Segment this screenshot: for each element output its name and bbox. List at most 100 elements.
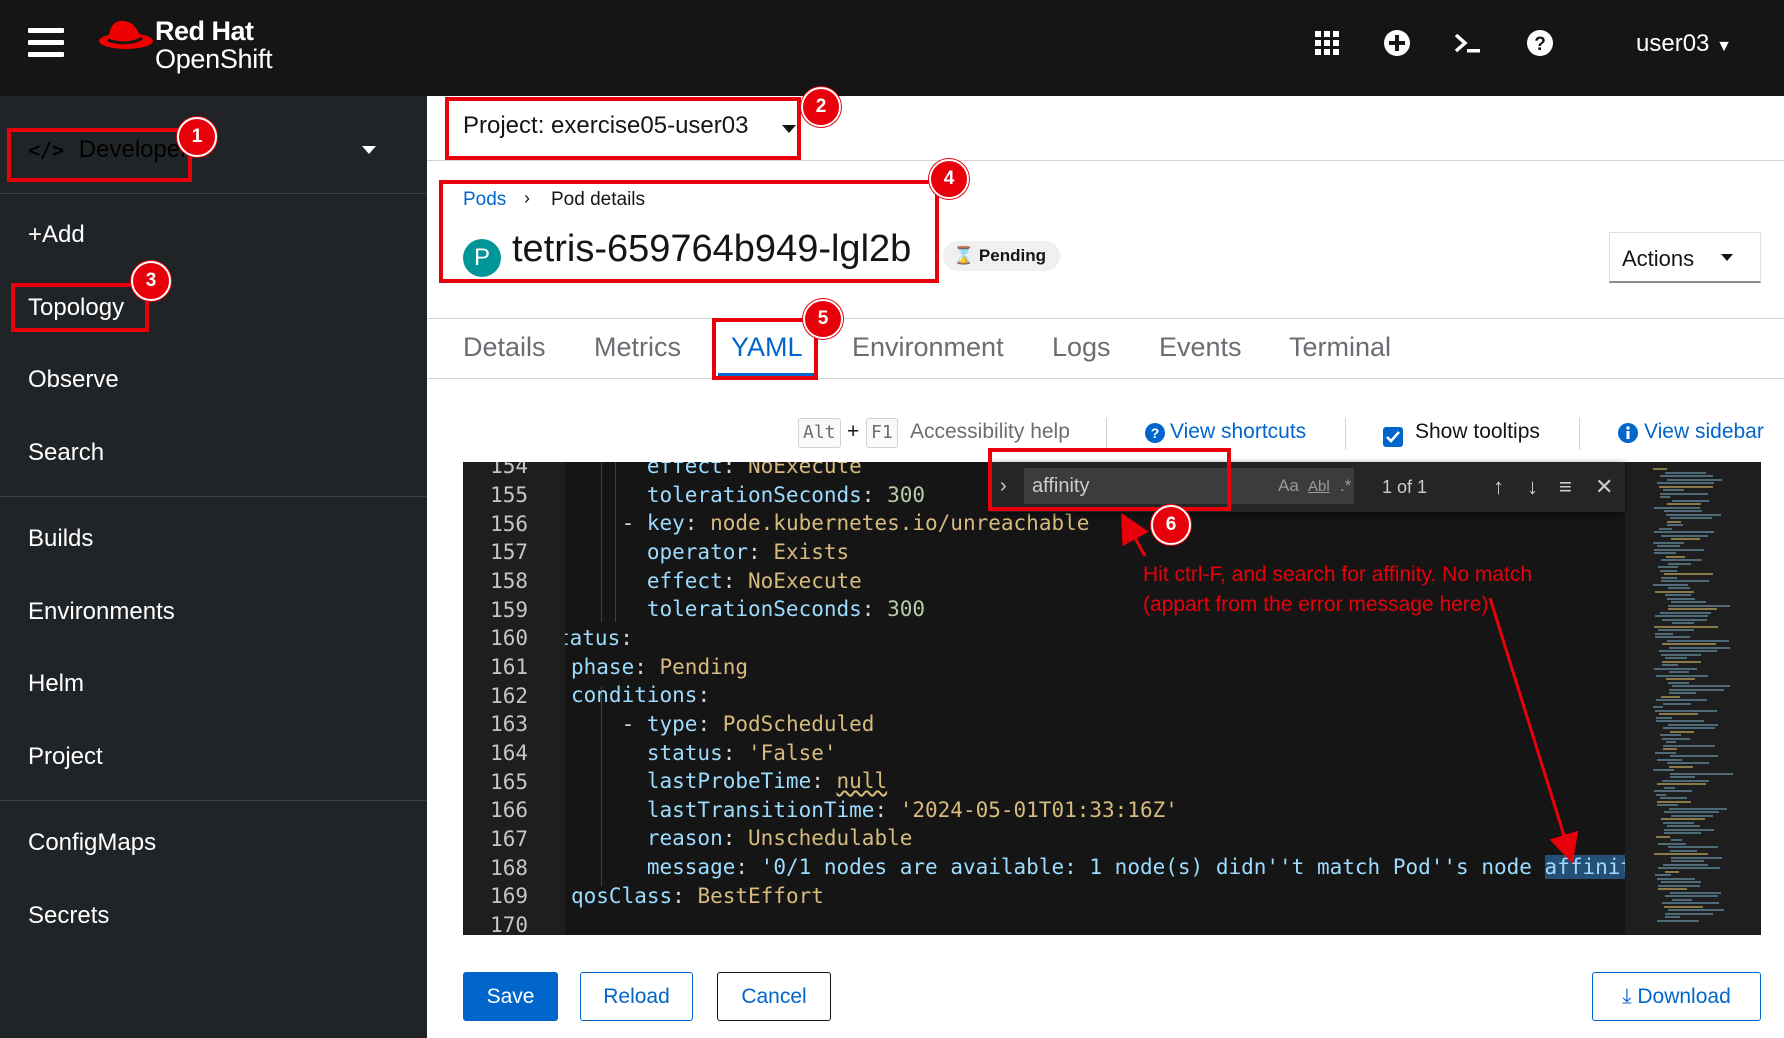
find-in-selection-icon[interactable]: ≡ bbox=[1559, 474, 1572, 500]
divider bbox=[1579, 418, 1580, 450]
nav-project[interactable]: Project bbox=[28, 743, 103, 771]
save-button[interactable]: Save bbox=[463, 972, 558, 1021]
minimap-line bbox=[1653, 706, 1663, 708]
actions-dropdown[interactable]: Actions bbox=[1609, 232, 1761, 283]
accessibility-help[interactable]: Accessibility help bbox=[910, 420, 1070, 444]
line-number: 166 bbox=[490, 798, 528, 822]
nav-environments[interactable]: Environments bbox=[28, 598, 175, 626]
line-number: 155 bbox=[490, 483, 528, 507]
minimap-line bbox=[1669, 688, 1724, 691]
minimap-line bbox=[1654, 548, 1704, 551]
code-key: operator bbox=[646, 539, 749, 564]
code-sep: : bbox=[722, 462, 749, 478]
nav-builds[interactable]: Builds bbox=[28, 525, 93, 553]
info-circle-icon[interactable] bbox=[1617, 422, 1639, 444]
minimap[interactable] bbox=[1643, 462, 1761, 935]
redhat-logo-icon[interactable] bbox=[98, 14, 158, 54]
view-sidebar-link[interactable]: View sidebar bbox=[1644, 420, 1764, 444]
reload-button[interactable]: Reload bbox=[580, 972, 693, 1021]
nav-configmaps[interactable]: ConfigMaps bbox=[28, 829, 156, 857]
download-button[interactable]: ⤓ Download bbox=[1592, 972, 1761, 1021]
annotation-box-developer bbox=[7, 128, 192, 182]
divider bbox=[1345, 418, 1346, 450]
tab-events[interactable]: Events bbox=[1159, 332, 1242, 363]
minimap-line bbox=[1663, 702, 1691, 705]
code-key: conditions bbox=[571, 683, 698, 708]
minimap-line bbox=[1664, 905, 1703, 908]
code-area[interactable]: effect: NoExecute tolerationSeconds: 300… bbox=[565, 462, 1625, 935]
tab-terminal[interactable]: Terminal bbox=[1289, 332, 1391, 363]
tab-logs[interactable]: Logs bbox=[1052, 332, 1111, 363]
tab-details[interactable]: Details bbox=[463, 332, 546, 363]
arrow-up-icon[interactable]: ↑ bbox=[1493, 474, 1504, 500]
terminal-icon[interactable] bbox=[1453, 28, 1483, 58]
close-icon[interactable]: ✕ bbox=[1595, 474, 1613, 500]
yaml-editor[interactable]: 154 155 156 157 158 159 160 161 162 163 … bbox=[463, 462, 1761, 935]
whole-word-toggle[interactable]: Abl bbox=[1308, 478, 1330, 495]
status-badge: ⌛ Pending bbox=[943, 241, 1060, 271]
hourglass-icon: ⌛ bbox=[953, 246, 975, 265]
view-shortcuts-link[interactable]: View shortcuts bbox=[1170, 420, 1306, 444]
nav-helm[interactable]: Helm bbox=[28, 670, 84, 698]
minimap-line bbox=[1654, 853, 1708, 855]
line-number: 158 bbox=[490, 569, 528, 593]
minimap-line bbox=[1653, 468, 1667, 470]
show-tooltips-checkbox[interactable] bbox=[1383, 427, 1403, 447]
regex-toggle[interactable]: .* bbox=[1340, 476, 1351, 496]
minimap-line bbox=[1664, 510, 1702, 512]
cancel-button[interactable]: Cancel bbox=[717, 972, 831, 1021]
divider bbox=[0, 193, 427, 194]
minimap-line bbox=[1655, 615, 1708, 617]
minimap-line bbox=[1654, 552, 1676, 554]
code-line: operator: Exists bbox=[571, 540, 849, 564]
line-number: 160 bbox=[490, 626, 528, 650]
minimap-line bbox=[1662, 664, 1678, 666]
minimap-line bbox=[1660, 611, 1711, 614]
help-icon[interactable]: ? bbox=[1525, 28, 1555, 58]
nav-secrets[interactable]: Secrets bbox=[28, 902, 109, 930]
minimap-line bbox=[1655, 874, 1671, 876]
annotation-marker-3: 3 bbox=[131, 261, 171, 301]
annotation-marker-6: 6 bbox=[1151, 505, 1191, 545]
line-number: 163 bbox=[490, 712, 528, 736]
minimap-line bbox=[1670, 517, 1712, 519]
app-launcher-icon[interactable] bbox=[1312, 28, 1342, 58]
plus-circle-icon[interactable] bbox=[1382, 28, 1412, 58]
minimap-line bbox=[1670, 730, 1694, 733]
minimap-line bbox=[1665, 916, 1680, 918]
tab-environment[interactable]: Environment bbox=[852, 332, 1004, 363]
minimap-line bbox=[1669, 692, 1696, 694]
caret-down-icon[interactable] bbox=[1721, 254, 1733, 261]
arrow-down-icon[interactable]: ↓ bbox=[1527, 474, 1538, 500]
nav-search[interactable]: Search bbox=[28, 439, 104, 467]
minimap-line bbox=[1667, 520, 1681, 523]
minimap-line bbox=[1653, 769, 1674, 771]
help-circle-icon[interactable]: ? bbox=[1144, 422, 1166, 444]
minimap-line bbox=[1657, 545, 1680, 547]
menu-icon[interactable] bbox=[28, 28, 64, 58]
code-sep: : bbox=[735, 855, 761, 880]
annotation-box-topology bbox=[11, 283, 149, 332]
minimap-line bbox=[1665, 657, 1687, 659]
minimap-line bbox=[1672, 622, 1694, 624]
kbd-alt: Alt bbox=[798, 418, 841, 448]
code-value: 300 bbox=[887, 482, 926, 507]
minimap-line bbox=[1664, 573, 1713, 575]
caret-down-icon[interactable] bbox=[362, 146, 376, 154]
minimap-line bbox=[1661, 580, 1709, 582]
minimap-line bbox=[1666, 678, 1695, 680]
nav-observe[interactable]: Observe bbox=[28, 366, 119, 394]
code-key: type bbox=[646, 711, 698, 736]
user-menu[interactable]: user03 ▼ bbox=[1636, 30, 1732, 58]
match-case-toggle[interactable]: Aa bbox=[1278, 476, 1299, 496]
code-line: effect: NoExecute bbox=[571, 569, 862, 593]
svg-text:?: ? bbox=[1151, 425, 1160, 441]
divider bbox=[427, 318, 1784, 319]
minimap-line bbox=[1662, 779, 1709, 782]
nav-add[interactable]: +Add bbox=[28, 221, 85, 249]
minimap-line bbox=[1654, 667, 1697, 670]
line-number: 161 bbox=[490, 655, 528, 679]
tab-metrics[interactable]: Metrics bbox=[594, 332, 681, 363]
